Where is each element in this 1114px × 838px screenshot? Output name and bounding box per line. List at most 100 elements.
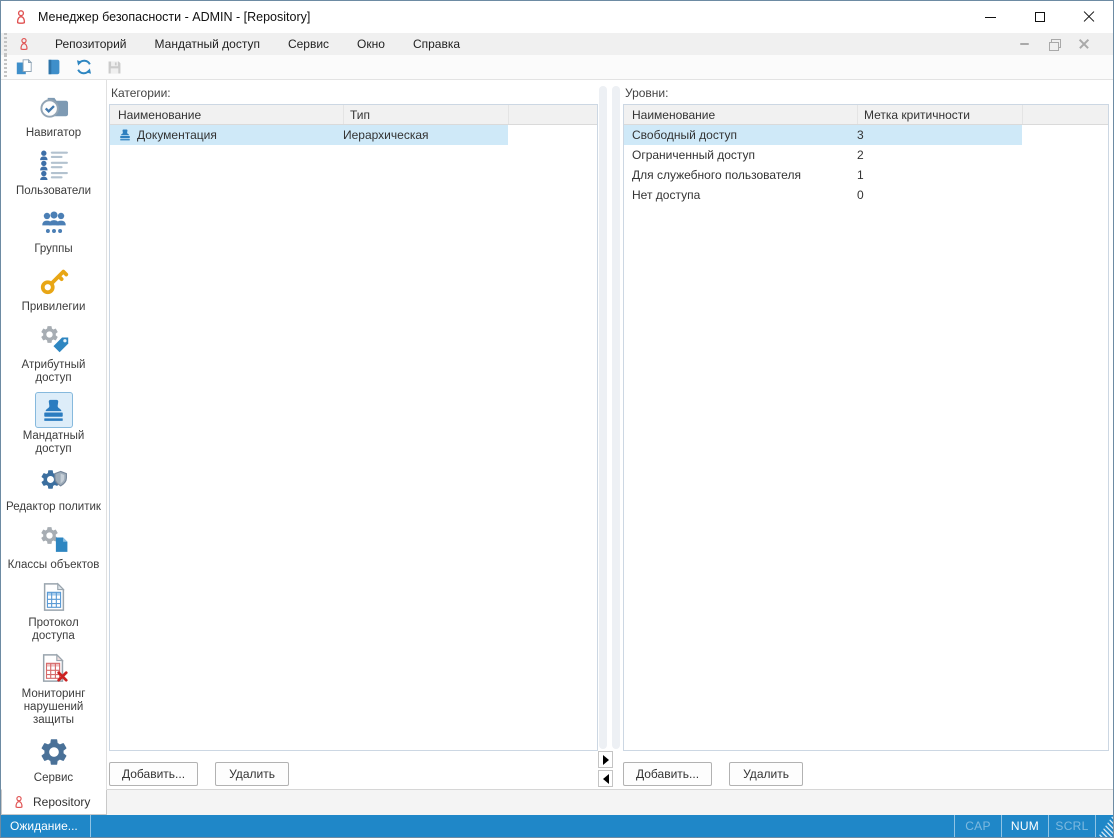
categories-panel: Категории: Наименование Тип Документация… [107,84,598,789]
sidebar-item-label: Мандатный доступ [22,430,85,455]
minimize-button[interactable] [966,1,1015,33]
gear-shield-icon [41,470,67,489]
panel-splitter [598,84,623,789]
level-criticality: 1 [857,168,864,182]
toolbar [1,55,1113,80]
menu-item-help[interactable]: Справка [399,34,474,54]
mdi-minimize-icon [1019,43,1029,45]
splitter-track[interactable] [612,86,620,749]
column-header-empty [508,105,597,124]
level-name: Свободный доступ [624,125,857,145]
save-icon [108,61,120,73]
tab-repository[interactable]: Repository [1,789,108,815]
table-document-error-icon [42,653,68,682]
sidebar-item-users[interactable]: Пользователи [6,147,102,198]
menu-item-window[interactable]: Окно [343,34,399,54]
level-row[interactable]: Ограниченный доступ 2 [624,145,1108,165]
title-bar: Менеджер безопасности - ADMIN - [Reposit… [1,1,1113,33]
arrow-left-icon [602,773,609,784]
menu-item-service[interactable]: Сервис [274,34,343,54]
categories-title: Категории: [111,86,171,100]
categories-list-empty-area[interactable] [110,145,597,750]
key-icon [40,269,68,295]
levels-list: Наименование Метка критичности Свободный… [623,104,1109,751]
menubar-grip[interactable] [3,33,8,55]
sidebar-item-label: Протокол доступа [28,617,79,642]
levels-delete-button[interactable]: Удалить [729,761,804,786]
tab-label: Repository [33,795,91,809]
new-document-icon [16,58,33,75]
sidebar-item-label: Сервис [33,772,74,784]
table-document-icon [43,582,65,611]
content-area: Категории: Наименование Тип Документация… [107,80,1113,789]
users-list-icon [39,150,68,180]
maximize-button[interactable] [1015,1,1064,33]
sidebar-item-object-classes[interactable]: Классы объектов [6,521,102,572]
close-button[interactable] [1064,1,1113,33]
sidebar-item-attribute-access[interactable]: Атрибутный доступ [6,321,102,385]
sidebar-item-access-log[interactable]: Протокол доступа [6,579,102,643]
categories-add-button[interactable]: Добавить... [109,761,199,786]
gear-tag-icon [40,326,68,353]
levels-buttons: Добавить... Удалить [623,751,1109,789]
sidebar-item-navigator[interactable]: Навигатор [6,89,102,140]
level-name: Нет доступа [632,188,701,202]
sidebar-item-label: Группы [34,243,73,255]
level-row[interactable]: Для служебного пользователя 1 [624,165,1108,185]
category-row[interactable]: Документация Иерархическая [110,125,597,145]
mdi-close-icon [1079,39,1089,49]
categories-list: Наименование Тип Документация Иерархичес… [109,104,598,751]
column-header-name[interactable]: Наименование [624,105,857,124]
sidebar-item-privileges[interactable]: Привилегии [6,263,102,314]
sidebar-item-groups[interactable]: Группы [6,205,102,256]
mdi-window-controls [1017,37,1113,51]
status-divider [89,815,91,837]
level-row[interactable]: Нет доступа 0 [624,185,1108,205]
status-message: Ожидание... [10,819,78,833]
num-lock-indicator: NUM [1010,819,1040,833]
splitter-expand-left-button[interactable] [598,770,613,787]
open-repository-icon [48,59,60,75]
main-area: Навигатор Пользователи Группы Привилегии… [1,80,1113,789]
mdi-restore-button[interactable] [1047,37,1061,51]
stamp-icon [40,397,67,424]
window-title: Менеджер безопасности - ADMIN - [Reposit… [38,10,311,24]
window-controls [966,1,1113,33]
column-header-type[interactable]: Тип [343,105,508,124]
sidebar-item-mandatory-access[interactable]: Мандатный доступ [6,392,102,456]
splitter-expand-right-button[interactable] [598,751,613,768]
toolbar-open-button[interactable] [41,56,67,78]
levels-panel: Уровни: Наименование Метка критичности С… [623,84,1113,789]
navigator-icon [40,97,69,118]
menu-item-mandatory-access[interactable]: Мандатный доступ [141,34,274,54]
tab-bar: Repository [1,789,1113,815]
toolbar-new-button[interactable] [11,56,37,78]
categories-delete-button[interactable]: Удалить [215,761,290,786]
mdi-close-button[interactable] [1077,37,1091,51]
mdi-minimize-button[interactable] [1017,37,1031,51]
menu-item-repository[interactable]: Репозиторий [41,34,141,54]
resize-grip[interactable] [1098,815,1113,837]
sidebar-item-service[interactable]: Сервис [6,734,102,785]
toolbar-save-button[interactable] [101,56,127,78]
sidebar-item-label: Привилегии [21,301,86,313]
level-row[interactable]: Свободный доступ 3 [624,125,1108,145]
column-header-name[interactable]: Наименование [110,105,343,124]
security-manager-window: Менеджер безопасности - ADMIN - [Reposit… [0,0,1114,838]
refresh-icon [76,59,92,75]
category-name: Документация [137,128,217,142]
groups-icon [41,211,66,233]
status-divider [1095,815,1096,837]
sidebar-item-policy-editor[interactable]: Редактор политик [6,463,102,514]
level-criticality: 3 [857,125,1022,145]
caps-lock-indicator: CAP [965,819,991,833]
toolbar-grip[interactable] [3,55,8,79]
sidebar-item-label: Мониторинг нарушений защиты [21,688,86,726]
categories-scrollbar[interactable] [599,86,607,749]
sidebar-item-violation-monitoring[interactable]: Мониторинг нарушений защиты [6,650,102,727]
levels-add-button[interactable]: Добавить... [623,761,713,786]
column-header-criticality[interactable]: Метка критичности [857,105,1022,124]
levels-list-empty-area[interactable] [624,205,1108,750]
sidebar-item-label: Пользователи [15,185,92,197]
toolbar-refresh-button[interactable] [71,56,97,78]
